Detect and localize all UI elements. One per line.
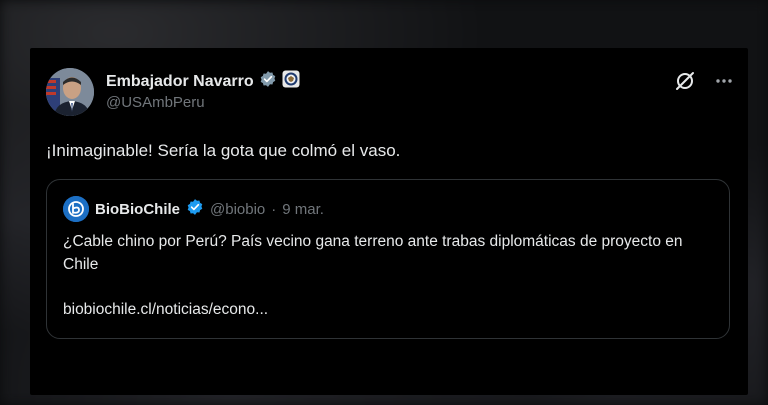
author-name[interactable]: Embajador Navarro [106,73,254,91]
tweet-text: ¡Inimaginable! Sería la gota que colmó e… [46,141,401,160]
quoted-tweet-header: BioBioChile @biobio · 9 mar. [63,196,324,222]
verified-badge-icon [259,70,277,93]
quoted-tweet-text: ¿Cable chino por Perú? País vecino gana … [63,233,683,273]
author-name-row: Embajador Navarro [106,70,300,93]
quoted-tweet[interactable]: BioBioChile @biobio · 9 mar. ¿Cable chin… [46,179,730,339]
tweet-card[interactable]: Embajador Navarro @USAmbPeru ¡Inimaginab… [30,48,748,395]
tweet-actions [674,70,734,97]
more-options-icon[interactable] [714,71,734,96]
grok-icon[interactable] [674,70,696,97]
quoted-tweet-link[interactable]: biobiochile.cl/noticias/econo... [63,301,268,319]
quoted-verified-badge-icon [186,198,204,220]
quoted-author-name[interactable]: BioBioChile [95,201,180,218]
quoted-author-avatar[interactable] [63,196,89,222]
author-avatar[interactable] [46,68,94,116]
quoted-author-handle[interactable]: @biobio [210,201,265,218]
state-department-seal-icon [282,70,300,93]
author-handle[interactable]: @USAmbPeru [106,94,205,111]
quoted-separator: · [271,200,277,218]
quoted-date[interactable]: 9 mar. [282,201,324,218]
